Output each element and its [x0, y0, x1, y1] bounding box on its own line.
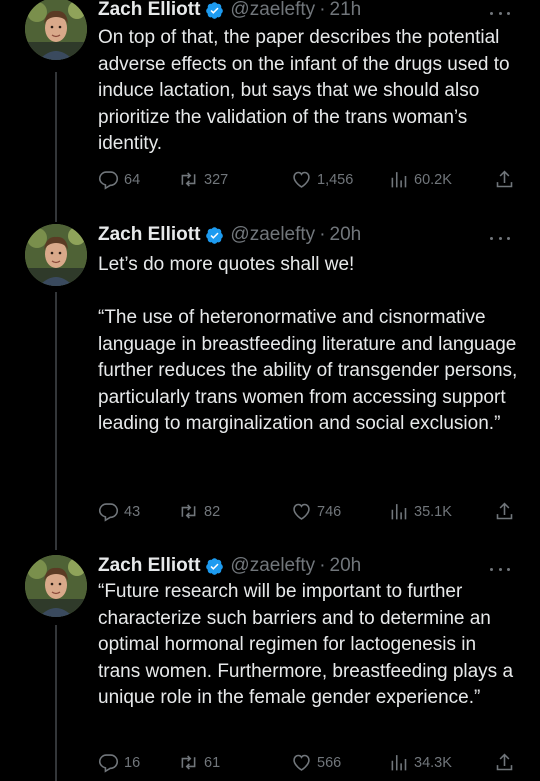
avatar-photo — [25, 555, 87, 617]
avatar-photo — [25, 0, 87, 60]
repost-count: 61 — [204, 754, 221, 771]
tweet-actions: 43 82 746 35.1K — [98, 501, 518, 523]
reply-icon — [98, 503, 119, 522]
author-handle[interactable]: @zaelefty — [230, 0, 315, 21]
reply-button[interactable]: 43 — [98, 501, 140, 522]
tweet-header: Zach Elliott @zaelefty · 21h — [98, 0, 361, 21]
reply-count: 43 — [124, 503, 141, 520]
views-count: 60.2K — [414, 171, 452, 188]
like-count: 1,456 — [317, 171, 354, 188]
reply-count: 64 — [124, 171, 141, 188]
thread-line — [55, 292, 57, 550]
author-name[interactable]: Zach Elliott — [98, 555, 200, 577]
like-button[interactable]: 1,456 — [291, 169, 353, 190]
timestamp[interactable]: 20h — [330, 555, 362, 577]
more-icon[interactable] — [490, 8, 510, 18]
tweet-header: Zach Elliott @zaelefty · 20h — [98, 555, 361, 577]
views-icon — [391, 755, 407, 771]
like-count: 746 — [317, 503, 342, 520]
verified-badge-icon — [205, 226, 224, 245]
repost-icon — [181, 504, 196, 519]
views-button[interactable]: 60.2K — [388, 169, 452, 190]
avatar-photo — [25, 224, 87, 286]
views-count: 35.1K — [414, 503, 452, 520]
reply-icon — [98, 754, 119, 773]
author-handle[interactable]: @zaelefty — [230, 555, 315, 577]
share-icon — [496, 502, 513, 520]
views-icon — [391, 172, 407, 188]
timestamp[interactable]: 21h — [330, 0, 362, 21]
reply-icon — [98, 171, 119, 190]
share-button[interactable] — [494, 501, 515, 522]
tweet-actions: 16 61 566 34.3K — [98, 752, 518, 774]
author-name[interactable]: Zach Elliott — [98, 224, 200, 246]
avatar[interactable] — [25, 0, 87, 60]
views-count: 34.3K — [414, 754, 452, 771]
views-button[interactable]: 35.1K — [388, 501, 452, 522]
repost-button[interactable]: 327 — [178, 169, 228, 190]
share-icon — [496, 170, 513, 188]
more-icon[interactable] — [490, 564, 510, 574]
share-button[interactable] — [494, 752, 515, 773]
repost-button[interactable]: 61 — [178, 752, 220, 773]
repost-icon — [181, 172, 196, 187]
views-button[interactable]: 34.3K — [388, 752, 452, 773]
reply-count: 16 — [124, 754, 141, 771]
tweet-text: “Future research will be important to fu… — [98, 581, 514, 708]
verified-badge-icon — [205, 1, 224, 20]
tweet-text: On top of that, the paper describes the … — [98, 27, 510, 154]
thread-line — [55, 72, 57, 222]
thread-line — [55, 625, 57, 781]
reply-button[interactable]: 16 — [98, 752, 140, 773]
verified-badge-icon — [205, 557, 224, 576]
like-count: 566 — [317, 754, 342, 771]
share-button[interactable] — [494, 169, 515, 190]
avatar[interactable] — [25, 224, 87, 286]
separator-dot: · — [319, 555, 326, 576]
like-button[interactable]: 746 — [291, 501, 341, 522]
repost-icon — [181, 755, 196, 770]
share-icon — [496, 753, 513, 771]
tweet-header: Zach Elliott @zaelefty · 20h — [98, 224, 361, 246]
reply-button[interactable]: 64 — [98, 169, 140, 190]
like-button[interactable]: 566 — [291, 752, 341, 773]
tweet-actions: 64 327 1,456 60.2K — [98, 169, 518, 191]
timestamp[interactable]: 20h — [330, 224, 362, 246]
heart-icon — [293, 754, 310, 771]
heart-icon — [293, 171, 310, 188]
views-icon — [391, 504, 407, 520]
author-name[interactable]: Zach Elliott — [98, 0, 200, 21]
more-icon[interactable] — [490, 233, 510, 243]
repost-count: 327 — [204, 171, 229, 188]
author-handle[interactable]: @zaelefty — [230, 224, 315, 246]
repost-button[interactable]: 82 — [178, 501, 220, 522]
repost-count: 82 — [204, 503, 221, 520]
separator-dot: · — [319, 0, 326, 20]
avatar[interactable] — [25, 555, 87, 617]
heart-icon — [293, 503, 310, 520]
tweet-text: Let’s do more quotes shall we! “The use … — [98, 254, 518, 434]
separator-dot: · — [319, 224, 326, 245]
